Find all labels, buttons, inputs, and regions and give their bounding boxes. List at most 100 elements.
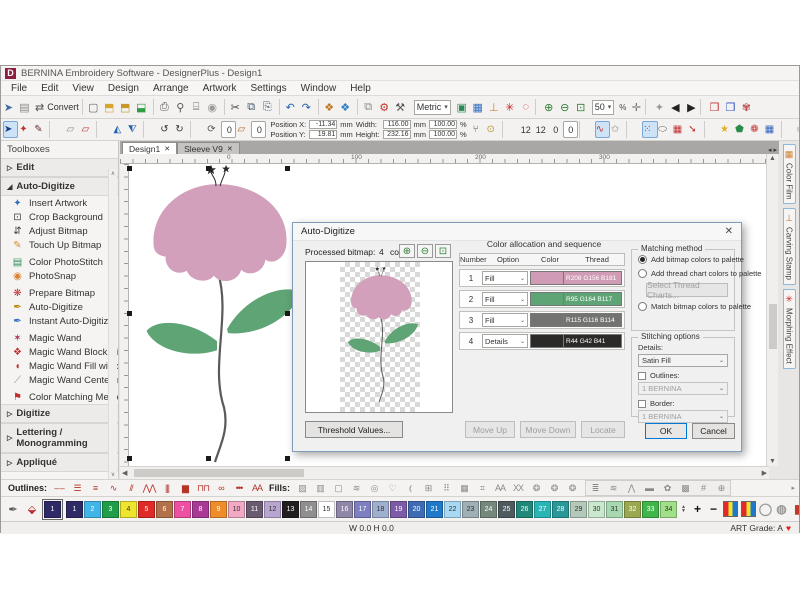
spinner-down-icon[interactable]: ▼ [681,509,686,513]
quilt-grid-icon[interactable]: ▦ [765,121,780,138]
toolbox-item-photosnap[interactable]: ◉ PhotoSnap [1,269,118,283]
thread-colors-1-icon[interactable] [723,501,738,517]
color-swatch[interactable] [530,313,564,327]
selection-handle[interactable] [285,311,290,316]
open-recent-icon[interactable]: ⬒ [120,98,136,116]
option-select[interactable]: Fill ⌄ [482,271,528,285]
palette-swatch[interactable]: 4 [120,501,137,518]
pan-tool-icon[interactable]: ✛ [628,98,644,116]
palette-swatch[interactable]: 2 [84,501,101,518]
panel-tab-carving-stamp[interactable]: ⊥ Carving Stamp [783,208,796,285]
lace-3-fill-icon[interactable]: ❂ [563,481,581,495]
pointer-mode-icon[interactable]: ➤ [3,98,19,116]
scroll-thumb[interactable] [134,469,304,477]
toolbox-item-magic-wand[interactable]: ✶ Magic Wand [1,331,118,345]
palette-swatch[interactable]: 18 [372,501,389,518]
toolbar-icon[interactable] [579,121,594,138]
palette-swatch[interactable]: 17 [354,501,371,518]
star-shape-icon[interactable]: ★ [720,121,735,138]
elastic-fancy-fill-icon[interactable]: ∿ [595,121,610,138]
scroll-down-icon[interactable]: ∨ [111,471,115,478]
palette-swatch[interactable]: 13 [282,501,299,518]
insert-design-icon[interactable]: ❖ [324,98,340,116]
stipple-hatch-fill-icon[interactable]: ≣ [586,481,604,495]
toolbar-icon[interactable] [704,121,719,138]
mesh-fill-icon[interactable]: ⌗ [473,481,491,495]
stitch-player-icon[interactable]: ✦ [651,98,667,116]
design-overview-icon[interactable]: ✾ [738,98,754,116]
toolbox-item-crop-background[interactable]: ⊡ Crop Background [1,210,118,224]
curved-fill-icon[interactable]: ➘ [688,121,703,138]
toolbox-section-lettering[interactable]: ▷ Lettering / Monogramming [1,423,118,453]
sidebar-scrollbar[interactable]: ∧ ∨ [108,169,117,479]
option-select[interactable]: Fill ⌄ [482,292,528,306]
menu-item[interactable]: Artwork [203,83,237,94]
toolbar-icon[interactable] [645,99,650,115]
position-x-input[interactable]: -11.34 [309,120,337,129]
contour-object-icon[interactable]: ⬭ [658,121,673,138]
cancel-button[interactable]: Cancel [692,423,735,439]
locate-button[interactable]: Locate [581,421,625,438]
selection-handle[interactable] [285,166,290,171]
mirror-merge-h-icon[interactable]: ▱ [65,121,80,138]
menu-item[interactable]: Settings [250,83,286,94]
toolbar-icon[interactable] [279,99,284,115]
threshold-values-button[interactable]: Threshold Values... [305,421,403,438]
radio-icon[interactable] [638,269,647,278]
outlines-checkbox-row[interactable]: Outlines: [638,371,734,380]
palette-swatch[interactable]: 22 [444,501,461,518]
width-percent-input[interactable]: 100.00 [429,120,457,129]
color-picker-icon[interactable]: ✒ [4,500,22,518]
convert-button[interactable]: ⇄ Convert [35,98,81,116]
vertical-scrollbar[interactable]: ▲ ▼ [766,154,778,466]
print-preview-icon[interactable]: ⚲ [175,98,191,116]
design-properties-gear-icon[interactable]: ⚙ [379,98,395,116]
thread-spool-icon[interactable]: ▮ [790,501,799,518]
height-input[interactable]: 232.16 [383,130,411,139]
menu-item[interactable]: Help [350,83,371,94]
toolbox-item-magic-wand-fill[interactable]: ◖ Magic Wand Fill without H... [1,359,118,373]
bridge-outline-icon[interactable]: ⊓⊓ [194,481,212,495]
close-icon[interactable]: ✕ [725,226,733,237]
add-color-button[interactable]: + [690,501,705,518]
toolbar-icon[interactable] [700,99,705,115]
rotate-ccw-45-icon[interactable]: ↺ [159,121,174,138]
peak-fill-icon[interactable]: ⋀ [622,481,640,495]
palette-swatch[interactable]: 6 [156,501,173,518]
selection-handle[interactable] [285,456,290,461]
scroll-down-icon[interactable]: ▼ [769,458,776,465]
sculptured-outline-icon[interactable]: ≡ [86,481,104,495]
star-fill-icon[interactable]: ✩ [610,121,625,138]
palette-swatch[interactable]: 1 [66,501,83,518]
toolbox-item-color-matching[interactable]: ⚑ Color Matching Method [1,390,118,404]
palette-swatch[interactable]: 3 [102,501,119,518]
wave-fill-icon[interactable]: ≋ [347,481,365,495]
toolbox-item-insert-artwork[interactable]: ✦ Insert Artwork [1,196,118,210]
color-swatch[interactable] [530,271,564,285]
general-tools-icon[interactable]: ⚒ [395,98,411,116]
palette-swatch[interactable]: 33 [642,501,659,518]
outlines-select[interactable]: 1 BERNINA ⌄ [638,382,728,395]
panel-tab-morphing-effect[interactable]: ✳ Morphing Effect [783,289,796,369]
reshape-object-tool[interactable]: ✎ [33,121,48,138]
artwork-canvas-icon[interactable]: ▤ [19,98,35,116]
dash-fill-icon[interactable]: ▬ [640,481,658,495]
selection-handle[interactable] [127,166,132,171]
color-blocks-1-icon[interactable]: ❒ [706,98,722,116]
rotate-free-icon[interactable]: ⟳ [206,121,221,138]
skew-icon[interactable]: ▱ [236,121,251,138]
preset-12a-button[interactable]: 12 [518,121,533,138]
menu-item[interactable]: View [72,83,94,94]
lattice-fill-icon[interactable]: ▨ [293,481,311,495]
preset-0-button[interactable]: 0 [548,121,563,138]
zoom-box-icon[interactable]: ⊡ [573,98,589,116]
ok-button[interactable]: OK [645,423,687,439]
radio-add-thread-chart-colors[interactable]: Add thread chart colors to palette [638,269,734,278]
remove-color-button[interactable]: − [706,501,721,518]
dialog-zoom-in-icon[interactable]: ⊕ [399,244,415,258]
preset-12b-button[interactable]: 12 [533,121,548,138]
width-input[interactable]: 116.00 [383,120,411,129]
palette-swatch[interactable]: 32 [624,501,641,518]
stitch-value-input[interactable]: 0 [563,121,578,138]
palette-swatch[interactable]: 26 [516,501,533,518]
